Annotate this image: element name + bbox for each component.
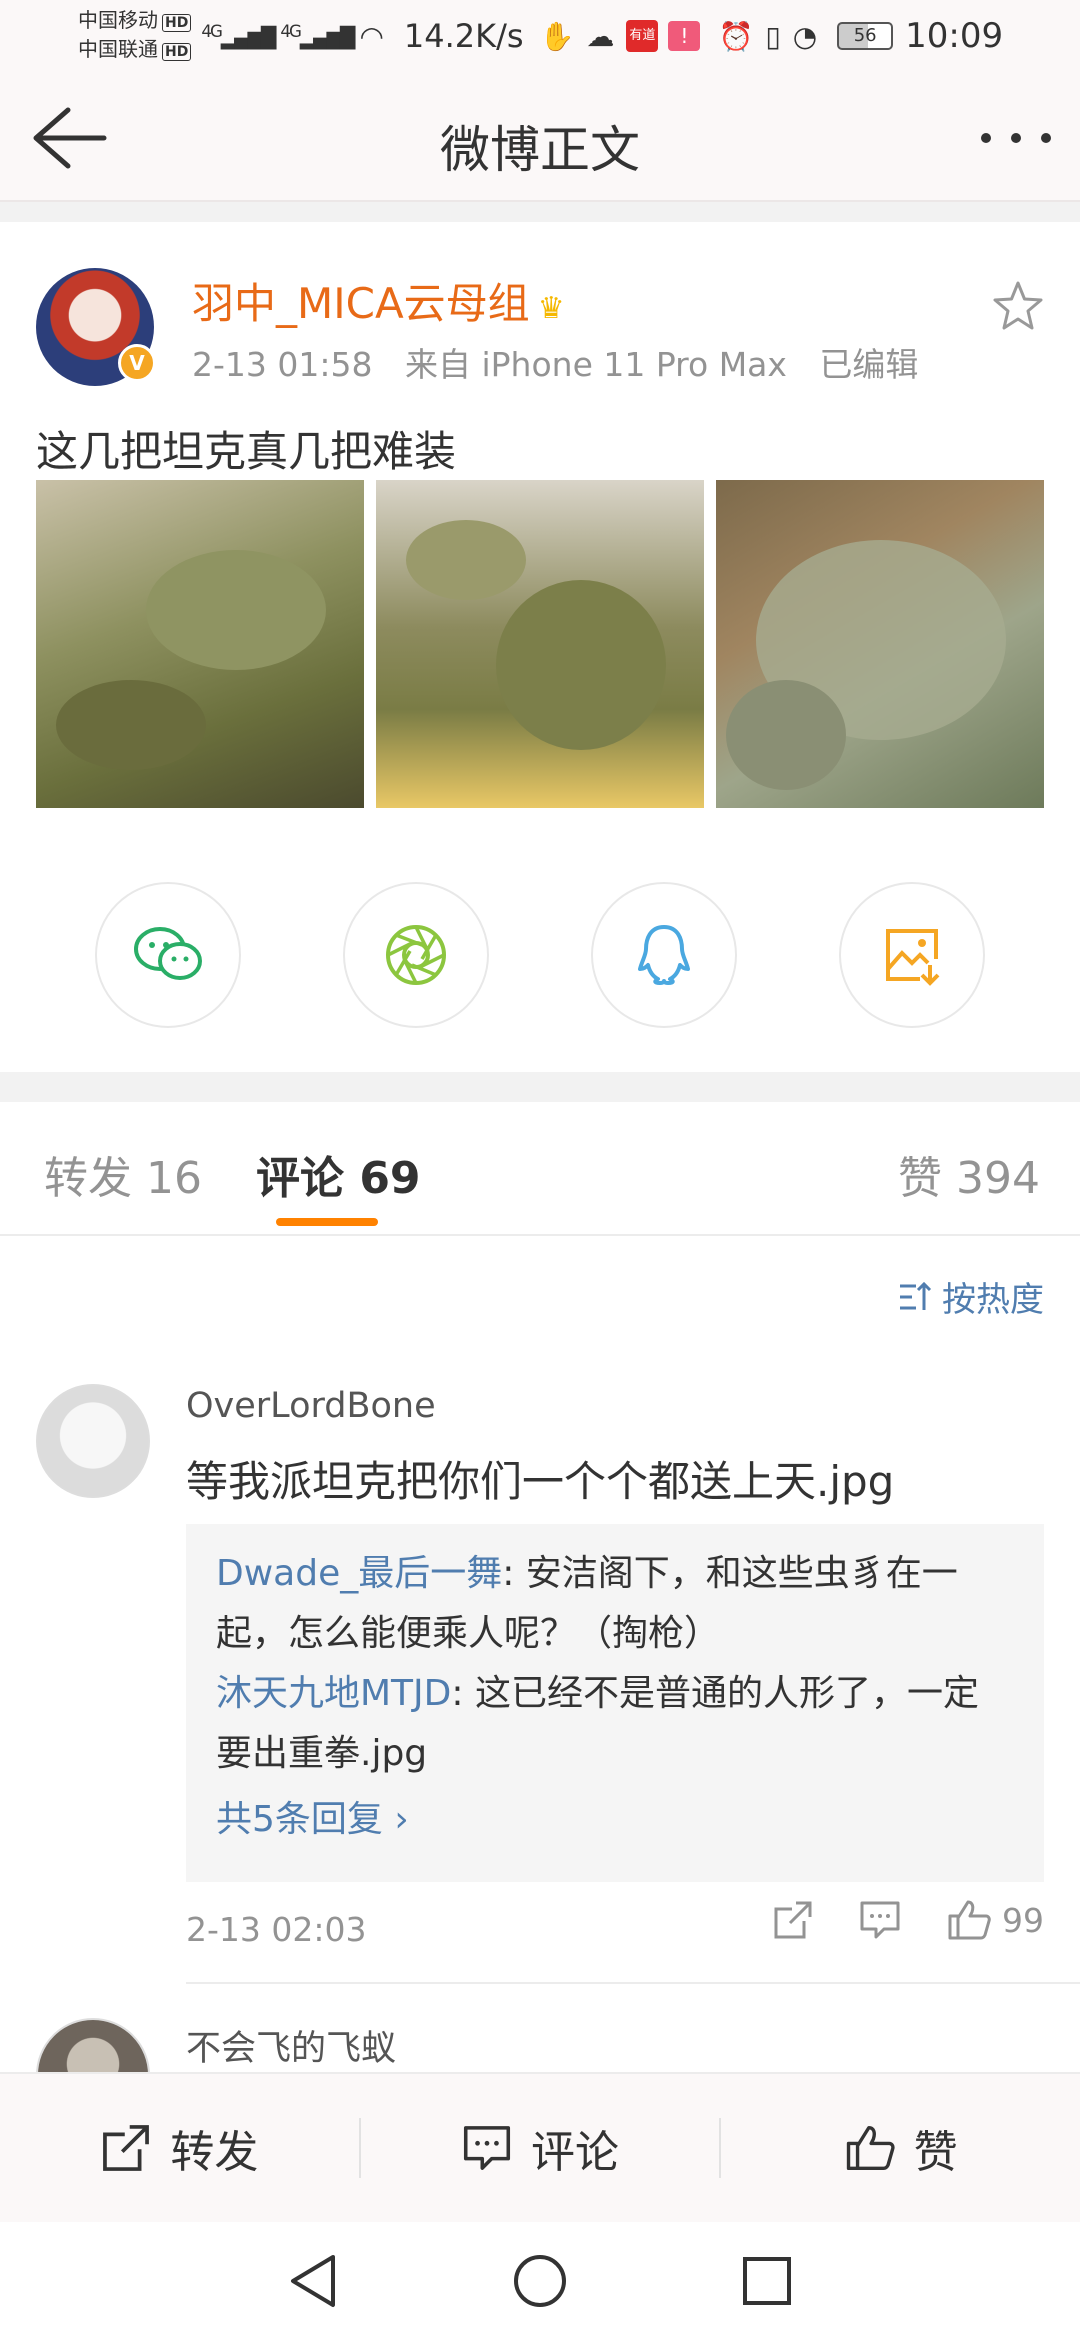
carrier-info: 中国移动 HD 中国联通 HD <box>78 7 192 65</box>
reply-item: 沐天九地MTJD: 这已经不是普通的人形了，一定要出重拳.jpg <box>216 1664 1014 1784</box>
sort-button[interactable]: 按热度 <box>898 1272 1044 1321</box>
edited-label: 已编辑 <box>819 345 919 384</box>
photo-grid <box>36 480 1044 808</box>
post-photo-3[interactable] <box>716 480 1044 808</box>
reply-item: Dwade_最后一舞: 安洁阁下，和这些虫豸在一起，怎么能便乘人呢？（掏枪） <box>216 1544 1014 1664</box>
post-photo-1[interactable] <box>36 480 364 808</box>
repost-icon <box>103 2125 150 2171</box>
comment-button[interactable]: 评论 <box>361 2108 720 2188</box>
save-image-button[interactable] <box>839 882 985 1028</box>
crown-icon: ♛ <box>537 291 565 326</box>
like-button[interactable]: 赞 <box>721 2108 1080 2188</box>
chat-icon: ☁ <box>586 19 615 53</box>
sort-icon <box>900 1281 932 1310</box>
wechat-icon <box>134 927 202 980</box>
system-nav-bar <box>0 2222 1080 2340</box>
system-recents-icon[interactable] <box>739 2253 795 2309</box>
like-label: 赞 <box>913 2127 958 2178</box>
comment-actions: 99 <box>772 1898 1044 1942</box>
weibo-post-page: 中国移动 HD 中国联通 HD 4G▂▄▆█ 4G▂▄▆█ ◠ 14.2K/s ✋ … <box>0 0 1080 2340</box>
author-name-text: 羽中_MICA云母组 <box>192 279 530 328</box>
divider <box>0 1072 1080 1102</box>
comment-repost-button[interactable] <box>772 1899 814 1941</box>
tab-repost[interactable]: 转发 16 <box>44 1142 202 1206</box>
signal-icon: 4G▂▄▆█ <box>280 22 355 50</box>
star-icon <box>993 281 1043 330</box>
post-source: 来自 iPhone 11 Pro Max <box>405 345 787 384</box>
comment-like-button[interactable]: 99 <box>946 1898 1044 1942</box>
author-name[interactable]: 羽中_MICA云母组 ♛ <box>192 270 565 331</box>
commenter-name[interactable]: OverLordBone <box>186 1386 436 1426</box>
tab-comments[interactable]: 评论 69 <box>256 1142 421 1206</box>
comment-reply-button[interactable] <box>858 1899 902 1941</box>
commenter-name[interactable]: 不会飞的飞蚁 <box>186 2020 396 2071</box>
repost-icon <box>774 1901 812 1939</box>
view-all-replies-link[interactable]: 共5条回复 › <box>216 1790 1014 1850</box>
carrier-1: 中国移动 <box>78 8 158 32</box>
post-meta: 2-13 01:58 来自 iPhone 11 Pro Max 已编辑 <box>192 338 940 386</box>
page-title: 微博正文 <box>440 121 640 179</box>
vibrate-icon: ▯ <box>765 19 781 53</box>
youdao-app-icon: 有道 <box>626 20 659 52</box>
detail-tabs: 转发 16 评论 69 赞 394 <box>0 1102 1080 1236</box>
warning-icon: ! <box>668 21 701 51</box>
comment-icon <box>860 1901 900 1939</box>
post-photo-2[interactable] <box>376 480 704 808</box>
network-speed: 14.2K/s <box>403 17 524 55</box>
hd-badge: HD <box>162 14 192 32</box>
system-back-icon[interactable] <box>285 2251 341 2311</box>
share-row <box>0 882 1080 1028</box>
alarm-icon: ⏰ <box>718 19 754 53</box>
gauge-icon: ◔ <box>792 19 818 53</box>
comment-label: 评论 <box>531 2127 619 2178</box>
comment-divider <box>186 1982 1080 1984</box>
system-home-icon[interactable] <box>510 2251 570 2311</box>
comment-time: 2-13 02:03 <box>186 1910 367 1949</box>
share-moments-button[interactable] <box>343 882 489 1028</box>
post-text: 这几把坦克真几把难装 <box>36 427 457 476</box>
status-bar: 中国移动 HD 中国联通 HD 4G▂▄▆█ 4G▂▄▆█ ◠ 14.2K/s ✋ … <box>0 0 1080 72</box>
save-image-icon <box>886 929 940 986</box>
thumbs-up-icon <box>846 2125 895 2171</box>
verified-badge: V <box>118 344 156 382</box>
comment-like-count: 99 <box>1002 1900 1044 1940</box>
signal-icon: 4G▂▄▆█ <box>201 22 276 50</box>
favorite-button[interactable] <box>990 278 1046 334</box>
repost-button[interactable]: 转发 <box>0 2108 359 2188</box>
reply-preview-box[interactable]: Dwade_最后一舞: 安洁阁下，和这些虫豸在一起，怎么能便乘人呢？（掏枪） 沐… <box>186 1524 1044 1882</box>
sort-label: 按热度 <box>942 1280 1044 1320</box>
tab-likes[interactable]: 赞 394 <box>898 1142 1040 1206</box>
moments-icon <box>386 925 446 985</box>
active-tab-indicator <box>276 1218 378 1226</box>
hd-badge: HD <box>162 43 192 61</box>
battery-indicator: 56 <box>837 22 894 50</box>
qq-icon <box>638 925 690 985</box>
more-button[interactable] <box>976 108 1056 168</box>
repost-label: 转发 <box>170 2127 259 2178</box>
more-dots-icon <box>981 133 1051 143</box>
commenter-avatar[interactable] <box>36 1384 150 1498</box>
share-wechat-button[interactable] <box>95 882 241 1028</box>
divider <box>0 202 1080 222</box>
post-time: 2-13 01:58 <box>192 345 373 384</box>
clock: 10:09 <box>905 16 1004 56</box>
share-qq-button[interactable] <box>591 882 737 1028</box>
thumbs-up-icon <box>948 1900 991 1940</box>
reply-user[interactable]: Dwade_最后一舞 <box>216 1553 502 1594</box>
bottom-toolbar: 转发 评论 赞 <box>0 2072 1080 2222</box>
post-card: V 羽中_MICA云母组 ♛ 2-13 01:58 来自 iPhone 11 Pr… <box>0 222 1080 1072</box>
hand-icon: ✋ <box>539 19 575 53</box>
comment-icon <box>463 2126 511 2170</box>
carrier-2: 中国联通 <box>78 37 158 61</box>
reply-user[interactable]: 沐天九地MTJD <box>216 1673 451 1714</box>
wifi-icon: ◠ <box>359 19 384 53</box>
comment-text: 等我派坦克把你们一个个都送上天.jpg <box>186 1457 895 1506</box>
top-nav-bar: 微博正文 <box>0 72 1080 202</box>
